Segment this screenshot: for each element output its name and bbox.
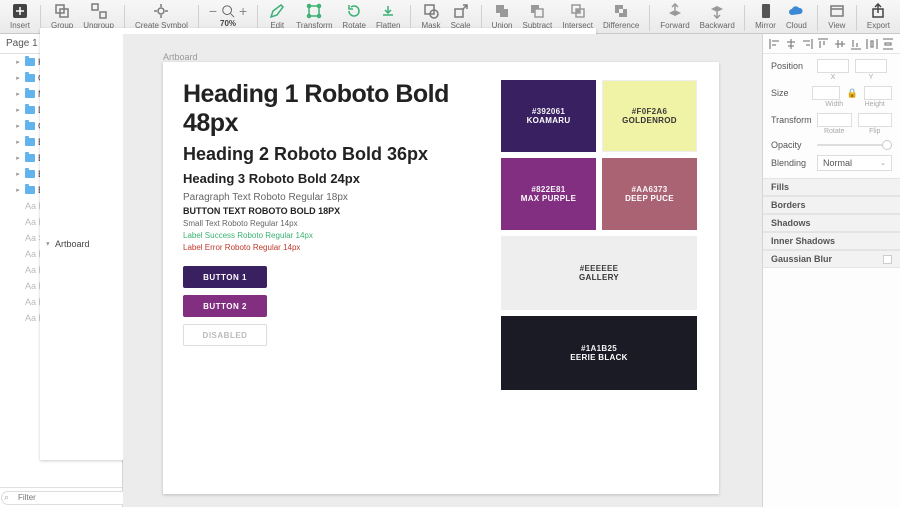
small-text-sample[interactable]: Small Text Roboto Regular 14px: [183, 219, 483, 228]
intersect-icon[interactable]: [569, 2, 587, 20]
swatch-goldenrod[interactable]: #F0F2A6GOLDENROD: [602, 80, 697, 152]
opacity-slider[interactable]: [817, 144, 892, 146]
align-bottom-icon[interactable]: [850, 38, 862, 50]
rotate-icon[interactable]: [345, 2, 363, 20]
insert-icon[interactable]: [11, 2, 29, 20]
folder-icon: [25, 186, 35, 194]
section-fills[interactable]: Fills: [763, 178, 900, 196]
ungroup-icon[interactable]: [90, 2, 108, 20]
position-label: Position: [771, 61, 811, 71]
backward-icon[interactable]: [708, 2, 726, 20]
artboard[interactable]: Heading 1 Roboto Bold 48px Heading 2 Rob…: [163, 62, 719, 494]
section-borders[interactable]: Borders: [763, 196, 900, 214]
paragraph-text[interactable]: Paragraph Text Roboto Regular 18px: [183, 192, 483, 203]
view-icon[interactable]: [828, 2, 846, 20]
swatch-koamaru[interactable]: #392061KOAMARU: [501, 80, 596, 152]
artboard-label[interactable]: Artboard: [163, 52, 198, 62]
canvas[interactable]: Artboard Heading 1 Roboto Bold 48px Head…: [123, 34, 762, 507]
swatch-deep-puce[interactable]: #AA6373DEEP PUCE: [602, 158, 697, 230]
distribute-h-icon[interactable]: [866, 38, 878, 50]
align-right-icon[interactable]: [801, 38, 813, 50]
size-label: Size: [771, 88, 806, 98]
swatch-eerie-black[interactable]: #1A1B25EERIE BLACK: [501, 316, 697, 390]
edit-icon[interactable]: [268, 2, 286, 20]
folder-icon: [25, 58, 35, 66]
lock-icon[interactable]: 🔒: [846, 88, 857, 99]
button-secondary[interactable]: BUTTON 2: [183, 295, 267, 317]
color-swatches: #392061KOAMARU #F0F2A6GOLDENROD #822E81M…: [501, 80, 697, 390]
label-error-sample[interactable]: Label Error Roboto Regular 14px: [183, 243, 483, 252]
heading-1[interactable]: Heading 1 Roboto Bold 48px: [183, 80, 483, 138]
flip-input[interactable]: [858, 113, 893, 127]
group-icon[interactable]: [53, 2, 71, 20]
size-height-input[interactable]: [864, 86, 892, 100]
opacity-label: Opacity: [771, 140, 811, 150]
rotate-input[interactable]: [817, 113, 852, 127]
blending-label: Blending: [771, 158, 811, 168]
mirror-icon[interactable]: [757, 2, 775, 20]
align-left-icon[interactable]: [769, 38, 781, 50]
scale-icon[interactable]: [452, 2, 470, 20]
align-top-icon[interactable]: [817, 38, 829, 50]
distribute-v-icon[interactable]: [882, 38, 894, 50]
forward-icon[interactable]: [666, 2, 684, 20]
button-primary[interactable]: BUTTON 1: [183, 266, 267, 288]
search-icon: ⌕: [4, 492, 9, 503]
folder-icon: [25, 138, 35, 146]
layer-artboard[interactable]: ▸Artboard: [40, 54, 122, 460]
size-width-input[interactable]: [812, 86, 840, 100]
heading-3[interactable]: Heading 3 Roboto Bold 24px: [183, 171, 483, 186]
swatch-max-purple[interactable]: #822E81MAX PURPLE: [501, 158, 596, 230]
folder-icon: [25, 74, 35, 82]
label-success-sample[interactable]: Label Success Roboto Regular 14px: [183, 231, 483, 240]
align-center-v-icon[interactable]: [834, 38, 846, 50]
swatch-gallery[interactable]: #EEEEEEGALLERY: [501, 236, 697, 310]
button-disabled[interactable]: DISABLED: [183, 324, 267, 346]
folder-icon: [25, 106, 35, 114]
export-icon[interactable]: [869, 2, 887, 20]
cloud-icon[interactable]: [787, 2, 805, 20]
section-inner-shadows[interactable]: Inner Shadows: [763, 232, 900, 250]
subtract-icon[interactable]: [528, 2, 546, 20]
layers-panel: Page 1▾ ▦ ▸Artboard ▸KOAMARU ▸GOLDENROD …: [0, 34, 123, 507]
gaussian-checkbox[interactable]: [883, 255, 892, 264]
folder-icon: [25, 90, 35, 98]
blending-select[interactable]: Normal⌄: [817, 155, 892, 171]
zoom-control[interactable]: −+: [209, 4, 247, 18]
heading-2[interactable]: Heading 2 Roboto Bold 36px: [183, 144, 483, 165]
inspector-panel: Position XY Size🔒 WidthHeight Transform …: [762, 34, 900, 507]
position-y-input[interactable]: [855, 59, 887, 73]
typography-specimen: Heading 1 Roboto Bold 48px Heading 2 Rob…: [183, 80, 483, 346]
transform-label: Transform: [771, 115, 811, 125]
align-center-h-icon[interactable]: [785, 38, 797, 50]
align-controls: [763, 34, 900, 54]
union-icon[interactable]: [493, 2, 511, 20]
flatten-icon[interactable]: [379, 2, 397, 20]
difference-icon[interactable]: [612, 2, 630, 20]
folder-icon: [25, 170, 35, 178]
position-x-input[interactable]: [817, 59, 849, 73]
section-shadows[interactable]: Shadows: [763, 214, 900, 232]
create-symbol-icon[interactable]: [152, 2, 170, 20]
folder-icon: [25, 154, 35, 162]
folder-icon: [25, 122, 35, 130]
transform-icon[interactable]: [305, 2, 323, 20]
mask-icon[interactable]: [422, 2, 440, 20]
filter-input[interactable]: [1, 491, 143, 505]
section-gaussian-blur[interactable]: Gaussian Blur: [763, 250, 900, 268]
button-text-sample[interactable]: BUTTON TEXT ROBOTO BOLD 18PX: [183, 206, 483, 216]
